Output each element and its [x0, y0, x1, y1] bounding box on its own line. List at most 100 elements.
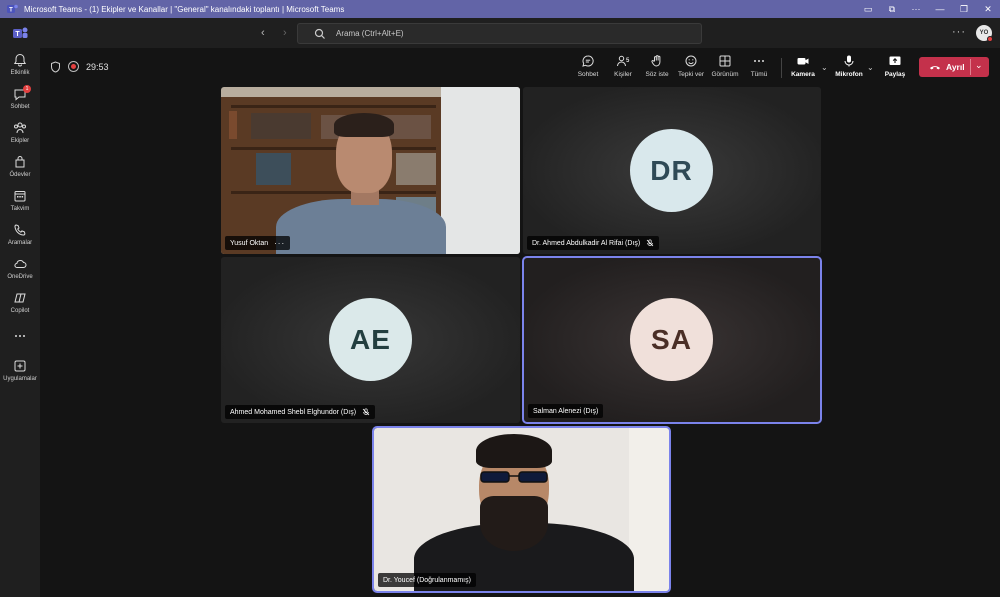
- sidebar-item-calls[interactable]: Aramalar: [0, 223, 40, 255]
- video-wall: [441, 87, 520, 254]
- toolbar-divider: [781, 58, 782, 78]
- app-sidebar: Etkinlik 1 Sohbet Ekipler Ödevler Takvim…: [0, 48, 40, 597]
- window-layout-icon[interactable]: ▭: [856, 0, 880, 18]
- shield-icon[interactable]: [50, 61, 61, 73]
- sidebar-item-label: Copilot: [10, 308, 30, 314]
- forward-arrow-icon[interactable]: ›: [283, 27, 287, 39]
- search-placeholder: Arama (Ctrl+Alt+E): [336, 29, 404, 38]
- participant-tile[interactable]: Yusuf Oktan ···: [221, 87, 520, 254]
- sidebar-item-apps[interactable]: Uygulamalar: [0, 359, 40, 391]
- participant-avatar: AE: [329, 298, 412, 381]
- participant-avatar: SA: [630, 298, 713, 381]
- user-avatar[interactable]: YO: [976, 25, 993, 42]
- copilot-icon: [14, 293, 26, 303]
- share-icon: [889, 56, 901, 65]
- sidebar-item-copilot[interactable]: Copilot: [0, 291, 40, 323]
- participant-name-tag: Ahmed Mohamed Shebl Elghundor (Dış): [225, 405, 376, 419]
- participant-tile[interactable]: AE Ahmed Mohamed Shebl Elghundor (Dış): [221, 257, 520, 423]
- phone-icon: [14, 224, 26, 236]
- participant-tile[interactable]: Dr. Youcef (Doğrulanmamış): [372, 426, 671, 593]
- recording-icon: [68, 61, 79, 72]
- people-count: 5: [626, 58, 630, 64]
- chat-badge: 1: [23, 85, 31, 93]
- grid-view-icon: [719, 55, 731, 67]
- window-title: Microsoft Teams - (1) Ekipler ve Kanalla…: [24, 4, 345, 14]
- sidebar-item-label: Aramalar: [7, 240, 33, 246]
- sidebar-item-activity[interactable]: Etkinlik: [0, 53, 40, 85]
- camera-button[interactable]: Kamera: [790, 54, 816, 82]
- window-popout-icon[interactable]: ⧉: [880, 0, 904, 18]
- app-topbar: T ‹ › Arama (Ctrl+Alt+E) ··· YO: [0, 18, 1000, 48]
- people-icon: 5: [617, 55, 630, 67]
- sidebar-item-onedrive[interactable]: OneDrive: [0, 257, 40, 289]
- sidebar-item-calendar[interactable]: Takvim: [0, 189, 40, 221]
- participant-body: [276, 199, 446, 254]
- sidebar-item-assignments[interactable]: Ödevler: [0, 155, 40, 187]
- camera-label: Kamera: [791, 71, 815, 78]
- search-icon: [314, 28, 325, 39]
- sidebar-item-chat[interactable]: 1 Sohbet: [0, 85, 40, 119]
- share-button[interactable]: Paylaş: [883, 54, 907, 82]
- raise-hand-label: Söz iste: [645, 71, 669, 78]
- participant-name: Dr. Youcef (Doğrulanmamış): [383, 576, 471, 584]
- chat-label: Sohbet: [577, 71, 599, 78]
- leave-options-chevron-icon[interactable]: ⌄: [975, 60, 983, 71]
- participant-hair: [476, 434, 552, 468]
- assignments-icon: [15, 156, 25, 168]
- participant-name-tag: Dr. Youcef (Doğrulanmamış): [378, 573, 476, 587]
- more-actions-button[interactable]: Tümü: [748, 54, 770, 82]
- mic-off-icon: [646, 239, 654, 247]
- raise-hand-icon: [651, 55, 661, 67]
- react-button[interactable]: Tepki ver: [677, 54, 705, 82]
- leave-label: Ayrıl: [946, 62, 965, 72]
- participant-glasses: [480, 471, 548, 483]
- participant-tile[interactable]: DR Dr. Ahmed Abdulkadir Al Rifai (Dış): [523, 87, 821, 254]
- raise-hand-button[interactable]: Söz iste: [644, 54, 670, 82]
- people-button[interactable]: 5 Kişiler: [610, 54, 636, 82]
- participant-name: Ahmed Mohamed Shebl Elghundor (Dış): [230, 408, 357, 416]
- settings-more-icon[interactable]: ···: [952, 26, 966, 38]
- sidebar-item-label: Sohbet: [10, 104, 30, 110]
- view-label: Görünüm: [711, 71, 739, 78]
- maximize-button[interactable]: ❐: [952, 0, 976, 18]
- leave-button[interactable]: Ayrıl ⌄: [919, 57, 989, 77]
- sidebar-item-label: Ekipler: [10, 138, 30, 144]
- cloud-icon: [14, 260, 27, 269]
- svg-text:T: T: [15, 31, 20, 38]
- chat-button[interactable]: Sohbet: [575, 54, 601, 82]
- mic-options-chevron-icon[interactable]: ⌄: [867, 63, 874, 72]
- participant-more-icon[interactable]: ···: [274, 239, 285, 248]
- participant-avatar: DR: [630, 129, 713, 212]
- window-controls: ▭ ⧉ ··· — ❐ ✕: [856, 0, 1000, 18]
- participant-tile[interactable]: SA Salman Alenezi (Dış): [522, 256, 822, 424]
- mic-off-icon: [362, 408, 370, 416]
- react-label: Tepki ver: [677, 71, 704, 78]
- mic-button[interactable]: Mikrofon: [834, 54, 864, 82]
- more-icon: [754, 60, 764, 62]
- teams-logo-icon[interactable]: T: [13, 26, 28, 40]
- participant-name-tag: Dr. Ahmed Abdulkadir Al Rifai (Dış): [527, 236, 660, 250]
- participant-beard: [480, 496, 548, 551]
- sidebar-item-more[interactable]: [0, 329, 40, 361]
- sidebar-item-teams[interactable]: Ekipler: [0, 121, 40, 153]
- back-arrow-icon[interactable]: ‹: [261, 27, 265, 39]
- participant-name: Salman Alenezi (Dış): [533, 407, 599, 415]
- meeting-timer: 29:53: [86, 62, 109, 72]
- participant-name-tag: Yusuf Oktan ···: [225, 236, 291, 250]
- participant-name: Dr. Ahmed Abdulkadir Al Rifai (Dış): [532, 239, 641, 247]
- teams-app-icon: T: [7, 4, 18, 14]
- sidebar-item-label: Etkinlik: [10, 70, 30, 76]
- emoji-icon: [685, 55, 697, 67]
- search-box[interactable]: Arama (Ctrl+Alt+E): [297, 23, 702, 44]
- mic-label: Mikrofon: [835, 71, 863, 78]
- minimize-button[interactable]: —: [928, 0, 952, 18]
- people-label: Kişiler: [614, 71, 632, 78]
- share-label: Paylaş: [884, 71, 906, 78]
- teams-icon: [14, 122, 26, 134]
- chat-icon: [582, 55, 594, 67]
- calendar-icon: [14, 191, 26, 202]
- close-button[interactable]: ✕: [976, 0, 1000, 18]
- camera-options-chevron-icon[interactable]: ⌄: [821, 63, 828, 72]
- view-button[interactable]: Görünüm: [710, 54, 740, 82]
- window-more-icon[interactable]: ···: [904, 0, 928, 18]
